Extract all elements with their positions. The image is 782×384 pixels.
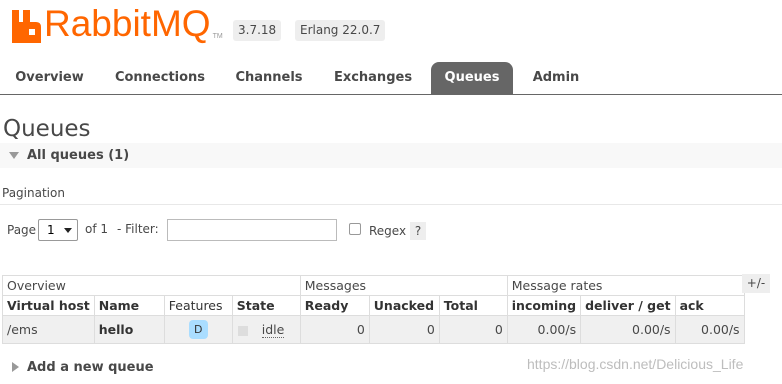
main-nav-tabs: Overview Connections Channels Exchanges … [0,62,782,95]
divider [0,204,782,205]
page-label: Page [7,223,37,237]
trademark-mark: TM [212,33,223,40]
state-text: idle [261,322,285,338]
regex-help-button[interactable]: ? [410,222,426,240]
cell-ack: 0.00/s [674,315,745,344]
pagination-label: Pagination [2,186,65,200]
dropdown-caret-icon [64,228,72,233]
regex-label: Regex [369,224,407,238]
page-select[interactable]: 1 [38,219,78,241]
add-new-queue-toggle[interactable]: Add a new queue [27,360,154,375]
queue-name-link[interactable]: hello [93,315,165,344]
tab-connections[interactable]: Connections [106,62,214,94]
collapse-triangle-icon[interactable] [9,152,19,159]
brand-name: RabbitMQ [44,3,211,44]
col-unacked[interactable]: Unacked [368,295,440,316]
col-deliver-get[interactable]: deliver / get [580,295,676,316]
page-count-label: of 1 [85,222,109,236]
durable-badge: D [188,320,208,339]
col-ack[interactable]: ack [674,295,745,316]
rabbitmq-logo-icon [12,10,41,43]
tab-admin[interactable]: Admin [524,62,588,94]
cell-incoming: 0.00/s [506,315,582,344]
queues-table: Overview Messages Message rates Virtual … [2,275,745,344]
cell-deliver-get: 0.00/s [580,315,676,344]
erlang-version-badge: Erlang 22.0.7 [295,20,386,41]
group-message-rates: Message rates [506,275,745,296]
col-name[interactable]: Name [93,295,165,316]
cell-vhost: /ems [2,315,95,344]
col-total[interactable]: Total [438,295,508,316]
regex-checkbox[interactable] [349,223,361,235]
tab-queues[interactable]: Queues [431,62,513,94]
watermark-text: https://blog.csdn.net/Delicious_Life [527,356,744,372]
version-badge: 3.7.18 [233,20,282,41]
cell-state: idle [231,315,301,344]
col-ready[interactable]: Ready [299,295,370,316]
cell-total: 0 [438,315,508,344]
group-overview: Overview [2,275,301,296]
col-features: Features [163,295,233,316]
all-queues-title[interactable]: All queues (1) [27,148,129,163]
cell-unacked: 0 [368,315,440,344]
expand-triangle-icon[interactable] [12,362,19,372]
col-incoming[interactable]: incoming [506,295,582,316]
col-virtual-host[interactable]: Virtual host [2,295,95,316]
tab-channels[interactable]: Channels [229,62,309,94]
filter-label: - Filter: [117,222,159,236]
cell-features: D [163,315,233,344]
group-messages: Messages [299,275,508,296]
cell-ready: 0 [299,315,370,344]
table-row[interactable]: /ems hello D idle 0 0 0 0.00/s 0.00/s 0.… [2,315,745,344]
page-title: Queues [3,116,91,142]
tab-exchanges[interactable]: Exchanges [324,62,422,94]
state-indicator [237,325,248,336]
tab-overview[interactable]: Overview [8,62,91,94]
toggle-columns-button[interactable]: +/- [742,274,770,293]
filter-input[interactable] [167,219,337,241]
col-state[interactable]: State [231,295,301,316]
rabbitmq-logo[interactable]: RabbitMQ TM [12,4,223,44]
page-select-value: 1 [47,223,55,237]
